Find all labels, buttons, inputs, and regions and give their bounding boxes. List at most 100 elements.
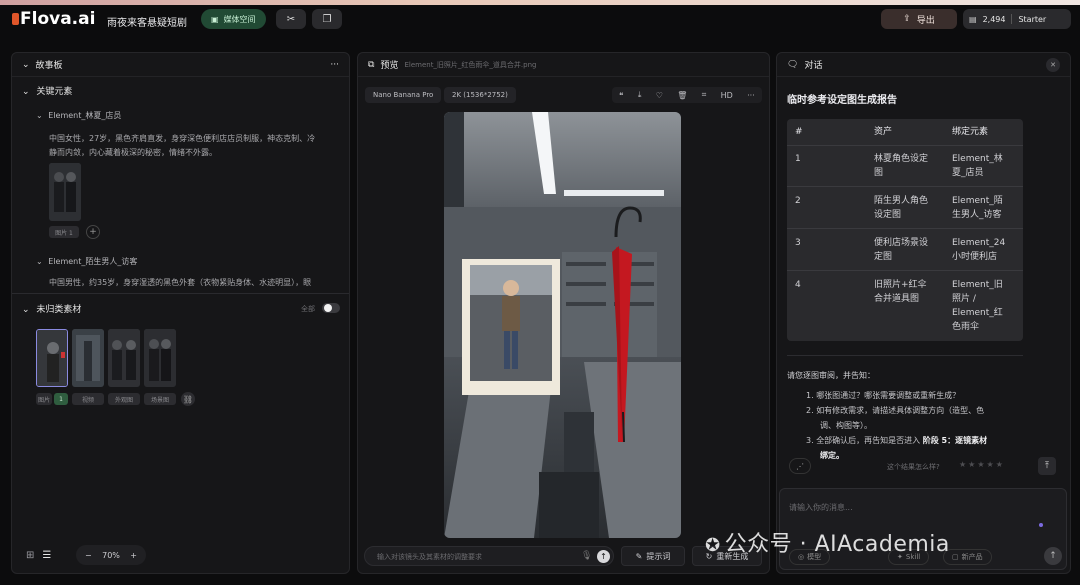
report-title: 临时参考设定图生成报告 (787, 95, 897, 106)
app-logo[interactable]: Flova.ai (12, 9, 95, 29)
chat-icon: 🗨 (787, 59, 799, 70)
copy-icon: ❐ (322, 13, 332, 25)
rating-stars[interactable]: ★★★★★ (959, 460, 1005, 469)
chat-send-button[interactable]: ↑ (1044, 547, 1062, 565)
review-intro: 请您逐图审阅，并告知： (787, 371, 875, 380)
arrow-up-icon: ⤒ (1045, 461, 1049, 471)
asset-thumbnail[interactable] (108, 329, 140, 387)
export-button[interactable]: ⇪ 导出 (881, 9, 957, 29)
key-elements-section[interactable]: ⌄ 关键元素 (22, 84, 72, 97)
table-header: # (795, 127, 803, 137)
prompt-button[interactable]: ✎ 提示词 (621, 546, 685, 566)
media-space-button[interactable]: ▣ 媒体空间 (201, 9, 266, 29)
box-icon: ▢ (952, 553, 959, 561)
asset-cell: 合并道具图 (874, 294, 920, 304)
status-dot (1039, 523, 1043, 527)
report-table: # 资产 绑定元素 1 林夏角色设定图 Element_林 夏_店员 2 陌生男人… (787, 119, 1023, 341)
uncategorized-section[interactable]: ⌄ 未归类素材 (22, 302, 81, 315)
adjust-input[interactable]: 输入对该镜头及其素材的调整要求 🎙 ↑ (364, 546, 614, 566)
scissors-button[interactable]: ✂ (276, 9, 306, 29)
prompt-label: 提示词 (646, 551, 671, 561)
credits-indicator[interactable]: ▤ 2,494 Starter (963, 9, 1071, 29)
share-button[interactable]: ⋰ (789, 458, 811, 474)
store-scene-image (444, 112, 681, 538)
asset-thumbnail[interactable] (144, 329, 176, 387)
asset-action-button[interactable]: ⛓ (181, 392, 195, 406)
media-icon: ▣ (211, 14, 219, 24)
download-icon[interactable]: ⤓ (638, 90, 642, 100)
chevron-down-icon[interactable]: ⌄ (22, 60, 30, 70)
preview-filename: Element_旧照片_红色雨伞_道具合并.png (404, 60, 537, 69)
section-divider (12, 293, 349, 294)
heart-icon[interactable]: ♡ (656, 91, 663, 100)
zoom-in-button[interactable]: + (130, 551, 137, 560)
trash-icon[interactable]: 🗑 (677, 91, 687, 100)
asset-thumbnail[interactable] (72, 329, 104, 387)
send-button[interactable]: ↑ (597, 550, 610, 563)
element-linxia-header[interactable]: ⌄ Element_林夏_店员 (36, 110, 121, 121)
storyboard-title: 故事板 (35, 61, 63, 71)
show-all-toggle[interactable] (322, 303, 340, 313)
element-image-thumbnail[interactable] (49, 163, 81, 221)
desc-line: 中国女性，27岁，黑色齐肩直发，身穿深色便利店店员制服，神态克制、冷 (49, 134, 316, 143)
upload-icon: ⇪ (903, 14, 911, 24)
project-title[interactable]: 雨夜来客悬疑短剧 (107, 14, 187, 29)
portrait-thumbnail (37, 330, 67, 386)
asset-cell: 陌生男人角色 (874, 196, 929, 206)
element-name: Element_陌生男人_访客 (48, 257, 138, 266)
bind-cell: Element_林 (952, 154, 1003, 164)
table-row: 2 陌生男人角色 设定图 Element_陌 生男人_访客 (787, 186, 1023, 228)
asset-cell: 设定图 (874, 210, 902, 220)
plan-label: Starter (1018, 14, 1047, 24)
chat-title: 对话 (804, 61, 823, 71)
hd-button[interactable]: HD (721, 91, 733, 100)
store-thumbnail (72, 329, 104, 387)
model-chip[interactable]: Nano Banana Pro (365, 87, 442, 103)
review-list: 1. 哪张图通过？哪张需要调整或重新生成？ 2. 如有修改需求，请描述具体调整方… (806, 388, 987, 463)
zoom-out-button[interactable]: − (85, 551, 92, 560)
more-icon[interactable]: ··· (330, 60, 339, 70)
crop-icon[interactable]: ⌗ (702, 90, 707, 100)
image-tag: 图片 1 (49, 226, 79, 238)
bind-cell: 生男人_访客 (952, 210, 1002, 220)
list-view-icon[interactable]: ☰ (42, 550, 51, 561)
preview-header: ⧉ 预览 Element_旧照片_红色雨伞_道具合并.png (358, 53, 769, 77)
mini-tag: 场景图 (144, 393, 176, 405)
bind-cell: 照片 / (952, 294, 976, 304)
feedback-prompt: 这个结果怎么样? (887, 463, 940, 471)
preview-icon: ⧉ (368, 59, 375, 70)
row-number: 3 (795, 238, 801, 248)
preview-title: 预览 (380, 61, 399, 71)
asset-cell: 林夏角色设定 (874, 154, 929, 164)
list-num: 1. (806, 391, 814, 400)
add-image-button[interactable]: + (86, 225, 100, 239)
bind-cell: 夏_店员 (952, 168, 984, 178)
grid-view-icon[interactable]: ⊞ (26, 550, 34, 561)
all-label: 全部 (301, 305, 315, 313)
arrow-up-icon: ↑ (1049, 551, 1057, 561)
copy-button[interactable]: ❐ (312, 9, 342, 29)
new-product-button[interactable]: ▢ 新产品 (943, 549, 992, 565)
scissors-icon: ✂ (286, 13, 296, 25)
resolution-chip[interactable]: 2K (1536*2752) (444, 87, 516, 103)
mic-icon[interactable]: 🎙 (581, 551, 592, 561)
divider (1011, 14, 1013, 24)
asset-thumbnail[interactable] (36, 329, 68, 387)
chevron-down-icon: ⌄ (22, 87, 30, 97)
close-icon[interactable]: ✕ (1046, 57, 1060, 72)
quote-icon[interactable]: ❝ (619, 91, 623, 100)
more-icon[interactable]: ··· (747, 91, 755, 100)
credits-icon: ▤ (969, 14, 977, 24)
scroll-top-button[interactable]: ⤒ (1038, 457, 1056, 475)
new-product-label: 新产品 (961, 553, 983, 561)
mini-tag: 图片 (36, 393, 52, 405)
element-stranger-header[interactable]: ⌄ Element_陌生男人_访客 (36, 256, 137, 267)
list-text: 全部确认后，再告知是否进入 (816, 436, 923, 445)
asset-cell: 图 (874, 168, 884, 178)
portrait-thumbnail (144, 329, 176, 387)
storyboard-header: ⌄ 故事板 ··· (12, 53, 349, 77)
table-header: 资产 (874, 127, 893, 137)
preview-image[interactable] (444, 112, 681, 538)
row-number: 1 (795, 154, 801, 164)
stage-bold-text: 阶段 5：逐镜素材 (922, 436, 988, 445)
